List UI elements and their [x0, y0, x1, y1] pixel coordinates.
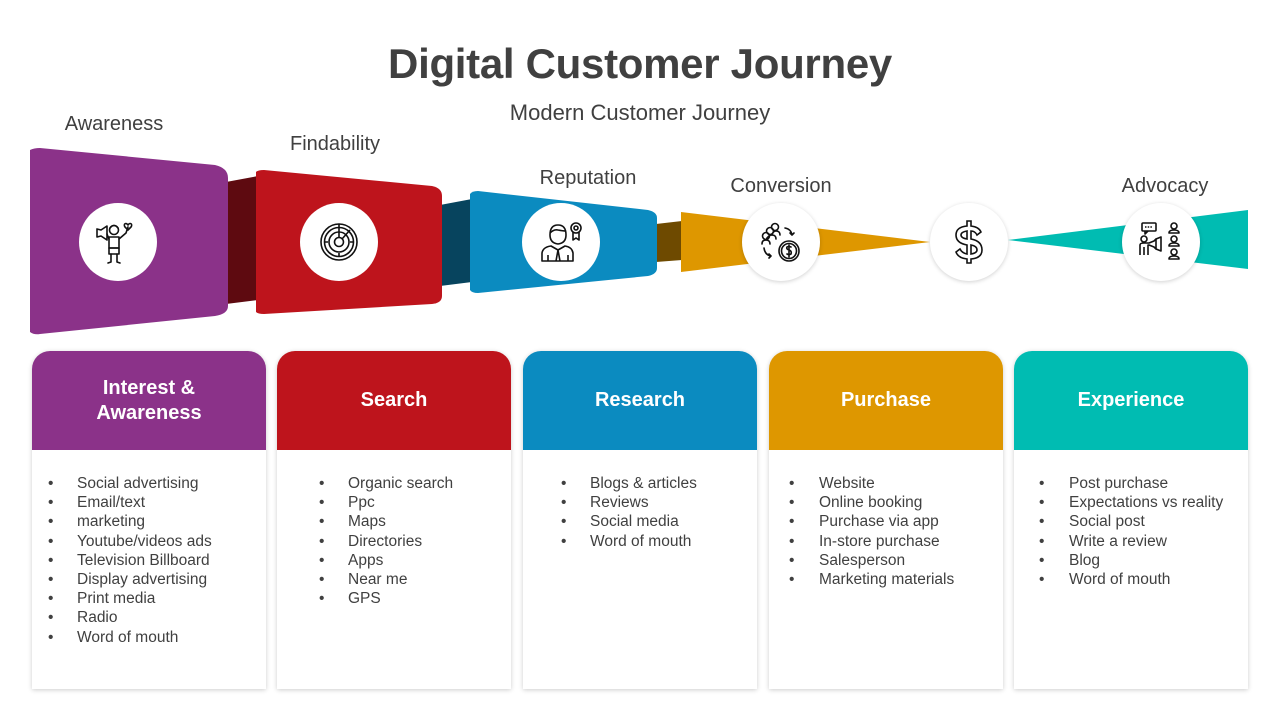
list-item: Word of mouth [561, 532, 747, 551]
list-item: Near me [319, 570, 501, 589]
stage-icon-conversion [742, 203, 820, 281]
list-item: Social post [1039, 512, 1238, 531]
list-item: Post purchase [1039, 474, 1238, 493]
stage-icon-dollar [930, 203, 1008, 281]
card-title: Purchase [840, 389, 932, 411]
list-item: GPS [319, 589, 501, 608]
card-title: Interest & Awareness [96, 376, 202, 424]
list-item: Youtube/videos ads [48, 532, 256, 551]
list-item: Blogs & articles [561, 474, 747, 493]
list-item: Social advertising [48, 474, 256, 493]
list-item: Salesperson [789, 551, 993, 570]
list-item: Apps [319, 551, 501, 570]
card-header: Purchase [769, 351, 1003, 450]
list-item: Social media [561, 512, 747, 531]
card-search: Search Organic search Ppc Maps Directori… [277, 351, 511, 689]
card-header: Experience [1014, 351, 1248, 450]
card-item-list: Blogs & articles Reviews Social media Wo… [561, 474, 747, 551]
stage-icon-advocacy [1122, 203, 1200, 281]
list-item: Radio [48, 608, 256, 627]
card-research: Research Blogs & articles Reviews Social… [523, 351, 757, 689]
list-item: Email/text [48, 493, 256, 512]
card-experience: Experience Post purchase Expectations vs… [1014, 351, 1248, 689]
list-item: Print media [48, 589, 256, 608]
people-cycle-coin-icon [761, 222, 800, 262]
stage-label-awareness: Awareness [64, 113, 164, 135]
card-item-list: Post purchase Expectations vs reality So… [1039, 474, 1238, 589]
card-header: Search [277, 351, 511, 450]
list-item: Organic search [319, 474, 501, 493]
list-item: Word of mouth [48, 628, 256, 647]
card-header: Interest & Awareness [32, 351, 266, 450]
list-item: Maps [319, 512, 501, 531]
card-title: Research [594, 389, 686, 411]
list-item: Marketing materials [789, 570, 993, 589]
person-award-badge-icon [541, 222, 582, 262]
list-item: Ppc [319, 493, 501, 512]
list-item: Directories [319, 532, 501, 551]
list-item: Word of mouth [1039, 570, 1238, 589]
card-purchase: Purchase Website Online booking Purchase… [769, 351, 1003, 689]
card-item-list: Website Online booking Purchase via app … [789, 474, 993, 589]
list-item: Online booking [789, 493, 993, 512]
list-item: marketing [48, 512, 256, 531]
connector-findability-reputation [440, 199, 472, 286]
list-item: Blog [1039, 551, 1238, 570]
card-interest-awareness: Interest & Awareness Social advertising … [32, 351, 266, 689]
connector-awareness-findability [226, 176, 258, 304]
list-item: Television Billboard [48, 551, 256, 570]
person-megaphone-heart-icon [96, 222, 133, 264]
journey-funnel [30, 148, 1248, 335]
stage-icon-findability [300, 203, 378, 281]
card-item-list: Organic search Ppc Maps Directories Apps… [319, 474, 501, 609]
list-item: Reviews [561, 493, 747, 512]
stage-label-advocacy: Advocacy [1121, 175, 1209, 197]
card-title: Search [360, 389, 428, 411]
card-item-list: Social advertising Email/text marketing … [48, 474, 256, 647]
dollar-sign-icon [955, 220, 983, 264]
presenter-audience-icon [1139, 222, 1180, 260]
stage-label-conversion: Conversion [730, 175, 832, 197]
list-item: Display advertising [48, 570, 256, 589]
list-item: Write a review [1039, 532, 1238, 551]
radar-target-icon [320, 223, 358, 261]
list-item: Purchase via app [789, 512, 993, 531]
list-item: Expectations vs reality [1039, 493, 1238, 512]
stage-label-findability: Findability [289, 133, 381, 155]
stage-icon-reputation [522, 203, 600, 281]
list-item: In-store purchase [789, 532, 993, 551]
connector-reputation-conversion [656, 221, 682, 262]
card-title: Experience [1077, 389, 1185, 411]
card-header: Research [523, 351, 757, 450]
stage-icon-awareness [79, 203, 157, 281]
list-item: Website [789, 474, 993, 493]
stage-label-reputation: Reputation [539, 167, 637, 189]
